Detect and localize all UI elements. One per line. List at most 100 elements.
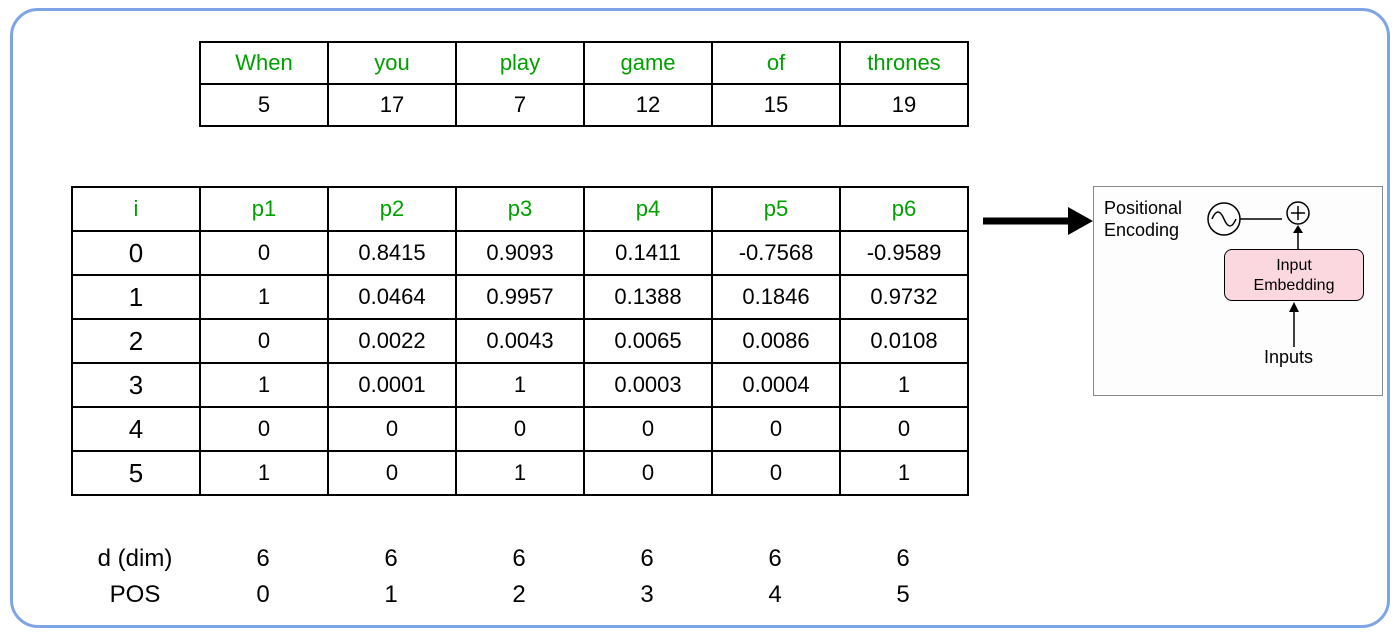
token-id: 15 — [712, 84, 840, 126]
row-index: 4 — [72, 407, 200, 451]
token-id: 7 — [456, 84, 584, 126]
cell: 1 — [200, 451, 328, 495]
cell: 0.1411 — [584, 231, 712, 275]
dim-value: 6 — [455, 541, 583, 577]
cell: 0.0001 — [328, 363, 456, 407]
row-index: 2 — [72, 319, 200, 363]
footer-rows: d (dim) 6 6 6 6 6 6 POS 0 1 2 3 4 5 — [71, 541, 967, 613]
token-word: you — [328, 42, 456, 84]
diagram-frame: When you play game of thrones 5 17 7 12 … — [10, 8, 1390, 628]
table-row: d (dim) 6 6 6 6 6 6 — [71, 541, 967, 577]
cell: 0.0108 — [840, 319, 968, 363]
cell: 0 — [712, 451, 840, 495]
table-row: When you play game of thrones — [200, 42, 968, 84]
row-index: 5 — [72, 451, 200, 495]
embed-line2: Embedding — [1254, 277, 1335, 294]
table-row: 0 0 0.8415 0.9093 0.1411 -0.7568 -0.9589 — [72, 231, 968, 275]
cell: 1 — [200, 275, 328, 319]
pe-label-line1: Positional — [1104, 198, 1182, 218]
dim-value: 6 — [327, 541, 455, 577]
pos-value: 1 — [327, 577, 455, 613]
column-header: p2 — [328, 187, 456, 231]
cell: 1 — [840, 363, 968, 407]
cell: 0 — [200, 407, 328, 451]
pos-value: 5 — [839, 577, 967, 613]
pos-label: POS — [71, 577, 199, 613]
cell: 0 — [584, 451, 712, 495]
table-row: 4 0 0 0 0 0 0 — [72, 407, 968, 451]
cell: 0.0022 — [328, 319, 456, 363]
column-header: p6 — [840, 187, 968, 231]
token-table: When you play game of thrones 5 17 7 12 … — [199, 41, 969, 127]
arrow-icon — [983, 201, 1093, 241]
token-word: thrones — [840, 42, 968, 84]
table-row: POS 0 1 2 3 4 5 — [71, 577, 967, 613]
column-header: p1 — [200, 187, 328, 231]
cell: 0 — [200, 319, 328, 363]
inputs-label: Inputs — [1264, 347, 1313, 368]
cell: 0.9957 — [456, 275, 584, 319]
dim-value: 6 — [583, 541, 711, 577]
cell: 0 — [584, 407, 712, 451]
cell: 0.9093 — [456, 231, 584, 275]
dim-value: 6 — [711, 541, 839, 577]
cell: -0.7568 — [712, 231, 840, 275]
cell: 0 — [200, 231, 328, 275]
cell: 1 — [456, 451, 584, 495]
table-row: i p1 p2 p3 p4 p5 p6 — [72, 187, 968, 231]
column-header: p5 — [712, 187, 840, 231]
pos-value: 0 — [199, 577, 327, 613]
cell: 0.0004 — [712, 363, 840, 407]
row-index: 3 — [72, 363, 200, 407]
cell: 0.0043 — [456, 319, 584, 363]
cell: 1 — [840, 451, 968, 495]
token-id: 5 — [200, 84, 328, 126]
pos-value: 3 — [583, 577, 711, 613]
table-row: 2 0 0.0022 0.0043 0.0065 0.0086 0.0108 — [72, 319, 968, 363]
cell: -0.9589 — [840, 231, 968, 275]
token-word: game — [584, 42, 712, 84]
token-id: 12 — [584, 84, 712, 126]
cell: 0.0065 — [584, 319, 712, 363]
token-id: 17 — [328, 84, 456, 126]
column-header: i — [72, 187, 200, 231]
cell: 1 — [200, 363, 328, 407]
cell: 1 — [456, 363, 584, 407]
column-header: p4 — [584, 187, 712, 231]
dim-value: 6 — [199, 541, 327, 577]
table-row: 5 1 0 1 0 0 1 — [72, 451, 968, 495]
token-word: When — [200, 42, 328, 84]
embed-line1: Input — [1276, 257, 1312, 274]
cell: 0 — [712, 407, 840, 451]
table-row: 5 17 7 12 15 19 — [200, 84, 968, 126]
table-row: 3 1 0.0001 1 0.0003 0.0004 1 — [72, 363, 968, 407]
cell: 0.0003 — [584, 363, 712, 407]
cell: 0 — [840, 407, 968, 451]
cell: 0.0464 — [328, 275, 456, 319]
cell: 0 — [328, 451, 456, 495]
column-header: p3 — [456, 187, 584, 231]
arrow-down-icon — [1290, 225, 1306, 251]
pos-value: 2 — [455, 577, 583, 613]
cell: 0.8415 — [328, 231, 456, 275]
positional-encoding-table: i p1 p2 p3 p4 p5 p6 0 0 0.8415 0.9093 0.… — [71, 186, 969, 496]
token-word: play — [456, 42, 584, 84]
cell: 0.9732 — [840, 275, 968, 319]
plus-circle-icon — [1286, 201, 1310, 225]
input-embedding-box: Input Embedding — [1224, 249, 1364, 301]
table-row: 1 1 0.0464 0.9957 0.1388 0.1846 0.9732 — [72, 275, 968, 319]
cell: 0.1846 — [712, 275, 840, 319]
positional-encoding-label: Positional Encoding — [1104, 197, 1182, 241]
token-id: 19 — [840, 84, 968, 126]
cell: 0 — [456, 407, 584, 451]
arrow-up-icon — [1286, 302, 1302, 347]
dim-value: 6 — [839, 541, 967, 577]
cell: 0.0086 — [712, 319, 840, 363]
dim-label: d (dim) — [71, 541, 199, 577]
pe-label-line2: Encoding — [1104, 220, 1179, 240]
cell: 0.1388 — [584, 275, 712, 319]
row-index: 0 — [72, 231, 200, 275]
sine-wave-icon — [1204, 199, 1284, 239]
token-word: of — [712, 42, 840, 84]
transformer-mini-diagram: Positional Encoding Input Embedding Inpu… — [1093, 186, 1383, 396]
